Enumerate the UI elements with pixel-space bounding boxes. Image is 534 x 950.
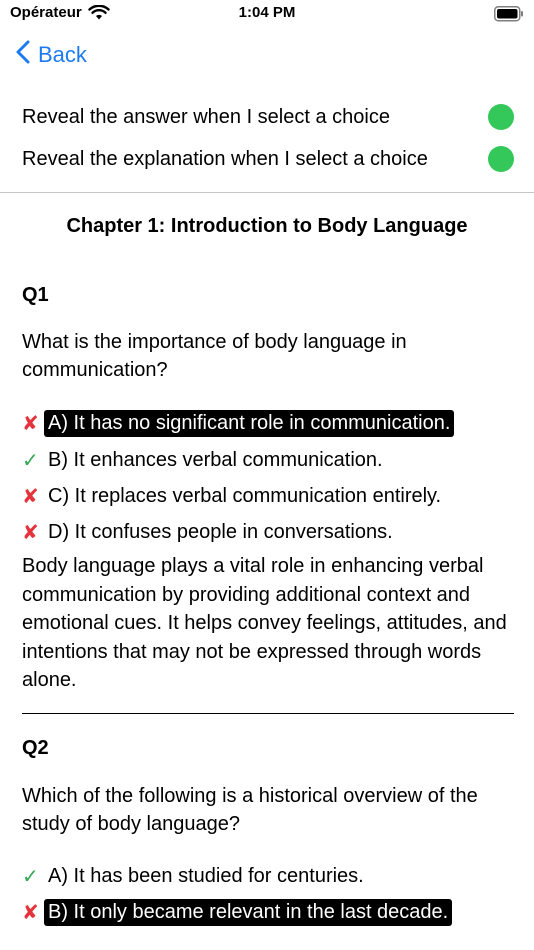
status-time: 1:04 PM — [238, 4, 296, 21]
choice-text: B) It only became relevant in the last d… — [44, 898, 453, 926]
question-divider — [22, 713, 514, 714]
checkmark-icon: ✓ — [22, 865, 39, 888]
reveal-answer-toggle[interactable] — [488, 104, 514, 130]
status-bar: Opérateur 1:04 PM — [0, 0, 534, 30]
choice-text: C) It replaces verbal communication enti… — [48, 484, 442, 507]
back-label: Back — [38, 41, 87, 67]
choice-q1-a[interactable]: ✘ A) It has no significant role in commu… — [22, 408, 455, 438]
choice-text: B) It enhances verbal communication. — [48, 448, 383, 471]
chapter-title: Chapter 1: Introduction to Body Language — [66, 215, 468, 237]
question-text: Which of the following is a historical o… — [22, 785, 478, 835]
choice-q2-a[interactable]: ✓ A) It has been studied for centuries. — [22, 861, 368, 891]
chevron-left-icon — [16, 40, 30, 69]
cross-icon: ✘ — [22, 901, 39, 924]
choice-text: A) It has been studied for centuries. — [48, 864, 364, 887]
choice-text: A) It has no significant role in communi… — [44, 409, 455, 437]
checkmark-icon: ✓ — [22, 449, 39, 472]
reveal-explanation-label: Reveal the explanation when I select a c… — [22, 147, 428, 170]
choice-q2-b[interactable]: ✘ B) It only became relevant in the last… — [22, 897, 453, 927]
battery-icon — [494, 6, 524, 27]
choice-text: D) It confuses people in conversations. — [48, 520, 393, 543]
explanation-text: Body language plays a vital role in enha… — [22, 555, 507, 691]
reveal-explanation-toggle[interactable] — [488, 146, 514, 172]
reveal-answer-label: Reveal the answer when I select a choice — [22, 105, 390, 128]
question-label: Q2 — [22, 737, 49, 759]
cross-icon: ✘ — [22, 485, 39, 508]
question-text: What is the importance of body language … — [22, 331, 407, 381]
reveal-explanation-row: Reveal the explanation when I select a c… — [22, 143, 514, 175]
cross-icon: ✘ — [22, 521, 39, 544]
back-button[interactable]: Back — [16, 40, 87, 69]
choice-q1-b[interactable]: ✓ B) It enhances verbal communication. — [22, 445, 387, 475]
choice-q1-c[interactable]: ✘ C) It replaces verbal communication en… — [22, 481, 445, 511]
cross-icon: ✘ — [22, 412, 39, 435]
choice-q1-d[interactable]: ✘ D) It confuses people in conversations… — [22, 517, 397, 547]
settings-divider — [0, 192, 534, 193]
reveal-answer-row: Reveal the answer when I select a choice — [22, 101, 514, 133]
question-label: Q1 — [22, 284, 49, 306]
